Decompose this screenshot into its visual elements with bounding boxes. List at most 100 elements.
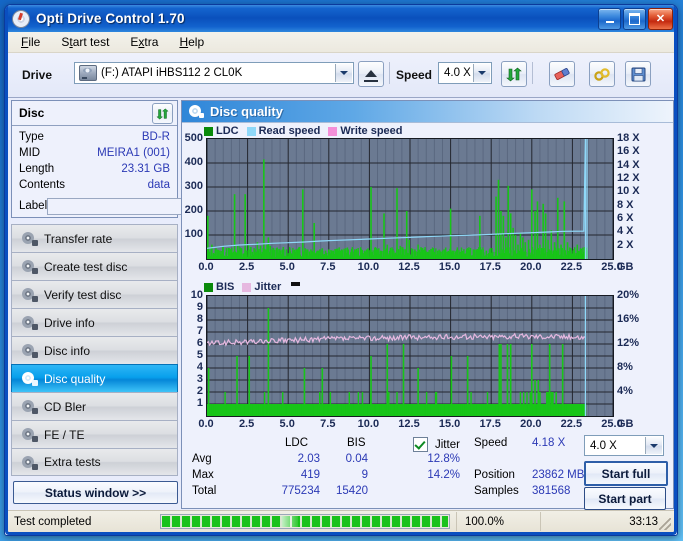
stats-row-max: Max 419 9 14.2% [192,469,492,485]
axis-tick-y2: 6 X [617,212,634,224]
axis-tick-x: 7.5 [320,261,336,273]
sidebar-item-label: FE / TE [44,427,85,442]
sidebar-item-create-test-disc[interactable]: Create test disc [11,252,178,280]
drive-label: Drive [22,68,53,82]
maximize-button[interactable] [623,8,646,30]
sidebar-item-disc-info[interactable]: Disc info [11,336,178,364]
erase-button[interactable] [549,61,575,87]
axis-tick-x: 22.5 [560,418,583,430]
speed-select[interactable]: 4.0 X [438,62,492,84]
legend-swatch-read-speed [246,126,256,136]
stats-col-header-ldc: LDC [285,437,309,449]
axis-tick-y2: 4% [617,385,633,397]
sidebar-item-fe-te[interactable]: FE / TE [11,420,178,448]
axis-tick-x: 5.0 [279,261,295,273]
test-speed-select[interactable]: 4.0 X [584,435,664,456]
stats-avg-jitter: 12.8% [427,453,460,465]
sidebar-item-disc-quality[interactable]: Disc quality [11,364,178,392]
legend-swatch-ldc [204,126,213,136]
axis-tick-y: 100 [184,228,203,240]
disc-quality-icon [189,105,204,118]
sidebar-item-label: Drive info [44,315,95,330]
tools-button[interactable] [589,61,615,87]
progress-percent: 100.0% [456,512,540,531]
axis-tick-x: 0.0 [198,418,214,430]
legend-label-read-speed: Read speed [258,125,321,137]
status-window-button[interactable]: Status window >> [13,481,178,504]
stats-speed-key: Speed [474,437,508,449]
plot2-svg [207,296,613,416]
axis-tick-x: 10.0 [357,261,380,273]
axis-tick-x: 15.0 [438,261,461,273]
disc-icon [21,399,38,414]
legend-label-jitter: Jitter [254,281,282,293]
toolbar-separator-2 [532,62,533,84]
menu-item-extra[interactable]: Extra [128,34,160,50]
stats-speed-value: 4.18 X [532,437,566,449]
resize-grip[interactable] [659,518,671,530]
chevron-down-icon[interactable] [645,437,662,454]
eject-button[interactable] [358,61,384,87]
axis-tick-y2: 2 X [617,238,634,251]
chart-bis-jitter [206,295,614,417]
stats-avg-bis: 0.04 [345,453,368,465]
start-part-button[interactable]: Start part [584,487,666,510]
drive-select[interactable]: (F:) ATAPI iHBS112 2 CL0K [74,62,354,84]
close-button[interactable]: ✕ [648,8,673,30]
axis-tick-y2: 12% [617,337,640,349]
minimize-button[interactable] [598,8,621,30]
legend-label-bis: BIS [216,281,235,293]
jitter-checkbox[interactable] [413,437,428,452]
legend-swatch-bis [204,282,213,292]
refresh-icon [156,107,169,120]
jitter-toggle[interactable]: Jitter [413,437,460,452]
legend-entry-bis: BIS [204,281,234,293]
sidebar-item-label: Transfer rate [44,231,113,246]
axis-tick-y: 500 [184,132,203,144]
axis-tick-y: 300 [184,180,203,192]
axis-tick-x: 2.5 [238,418,255,430]
axis-tick-y2: 16% [617,313,640,325]
save-button[interactable] [625,61,651,87]
legend-entry-ldc: LDC [204,125,239,137]
axis-tick-y: 6 [196,337,203,349]
axis-tick-x: 10.0 [357,418,380,430]
drive-select-value: (F:) ATAPI iHBS112 2 CL0K [101,67,243,79]
legend-swatch-jitter [242,282,252,292]
disc-field-type-value: BD-R [141,131,170,143]
stats-col-header-bis: BIS [347,437,366,449]
disc-icon [21,455,38,470]
stats-row-total: Total 775234 15420 [192,485,492,501]
axis-tick-y: 1 [196,397,203,409]
test-speed-value: 4.0 X [590,439,617,452]
menu-item-file[interactable]: File [19,34,42,50]
disc-field-type-key: Type [19,131,44,143]
axis-tick-x: 20.0 [520,418,542,430]
title-bar[interactable]: Opti Drive Control 1.70 ✕ [5,5,677,32]
axis-tick-y: 3 [196,373,203,385]
sidebar-item-verify-test-disc[interactable]: Verify test disc [11,280,178,308]
application-window: Opti Drive Control 1.70 ✕ File Start tes… [4,4,678,536]
refresh-button[interactable] [501,61,527,87]
axis-tick-y: 4 [196,361,203,373]
sidebar-item-drive-info[interactable]: Drive info [11,308,178,336]
disc-field-contents-value: data [147,179,170,191]
sidebar-item-transfer-rate[interactable]: Transfer rate [11,224,178,252]
sidebar-item-extra-tests[interactable]: Extra tests [11,448,178,476]
chevron-down-icon[interactable] [335,64,352,82]
start-full-button[interactable]: Start full [584,461,668,486]
axis-tick-y2: 12 X [617,172,640,184]
plot1-svg [207,139,613,259]
menu-item-help[interactable]: Help [177,34,206,50]
axis-tick-x: 22.5 [560,261,583,273]
menu-item-start-test[interactable]: Start test [59,34,111,50]
disc-refresh-button[interactable] [152,103,173,124]
chevron-down-icon[interactable] [473,64,490,82]
stats-total-bis: 15420 [336,485,368,497]
sidebar-item-label: Extra tests [44,455,101,469]
disc-info-panel: Disc Type BD-R MID MEIRA1 (001) Length 2… [11,100,252,218]
status-message: Test completed [14,515,92,528]
disc-field-mid-key: MID [19,147,41,159]
elapsed-time: 33:13 [540,512,674,531]
sidebar-item-cd-bler[interactable]: CD Bler [11,392,178,420]
